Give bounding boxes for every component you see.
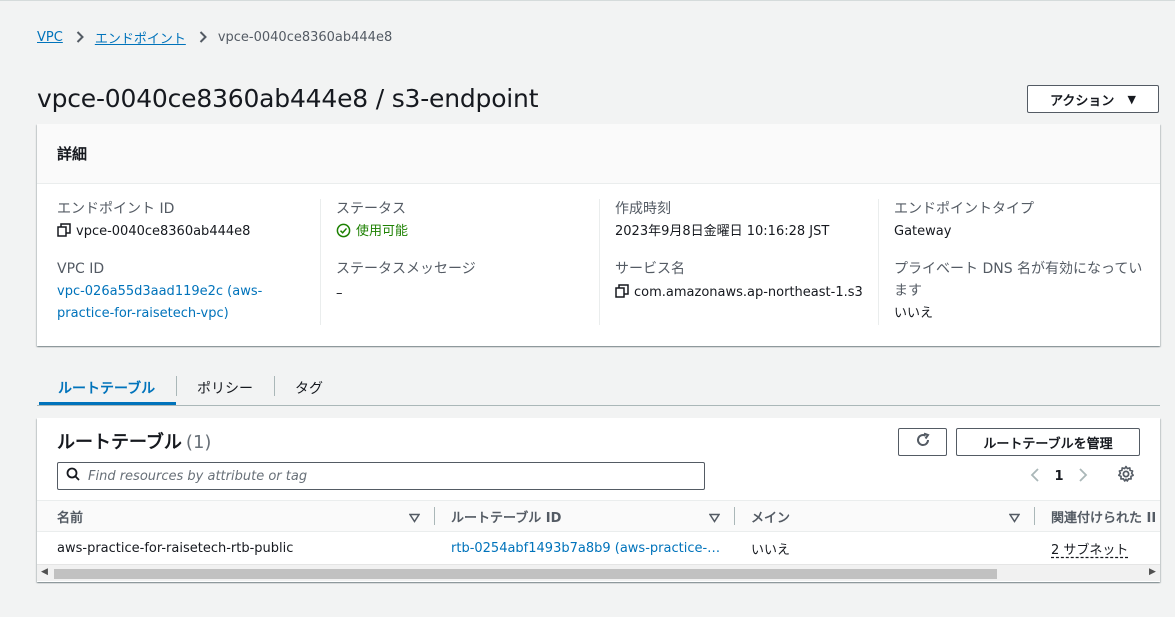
tab-divider <box>274 376 275 396</box>
cell-route-table-id-link[interactable]: rtb-0254abf1493b7a8b9 (aws-practice-… <box>451 532 720 564</box>
status-label: ステータス <box>336 201 406 217</box>
gear-icon[interactable] <box>1117 465 1135 487</box>
breadcrumb: VPC エンドポイント vpce-0040ce8360ab444e8 <box>37 28 393 47</box>
refresh-button[interactable] <box>898 428 947 456</box>
created-value: 2023年9月8日金曜日 10:16:28 JST <box>615 224 830 239</box>
column-divider <box>878 199 879 325</box>
sort-caret-icon[interactable] <box>408 511 421 527</box>
top-border <box>0 0 1175 1</box>
tab-tags[interactable]: タグ <box>295 370 323 405</box>
check-circle-icon <box>336 223 351 245</box>
route-tables-count: (1) <box>185 432 212 453</box>
endpoint-id-label: エンドポイント ID <box>57 201 175 217</box>
details-header: 詳細 <box>37 124 1160 184</box>
service-label: サービス名 <box>615 261 685 277</box>
previous-page-icon[interactable] <box>1023 467 1047 486</box>
chevron-right-icon <box>199 31 207 43</box>
cell-name: aws-practice-for-raisetech-rtb-public <box>57 540 294 556</box>
details-panel: 詳細 エンドポイント ID vpce-0040ce8360ab444e8 VPC… <box>37 124 1160 346</box>
actions-button-label: アクション <box>1050 93 1115 109</box>
cell-main: いいえ <box>751 542 791 558</box>
route-tables-heading: ルートテーブル <box>57 432 182 453</box>
chevron-right-icon <box>76 31 84 43</box>
column-header-name[interactable]: 名前 <box>57 501 83 531</box>
created-label: 作成時刻 <box>615 201 671 217</box>
private-dns-label-line2: ます <box>894 283 922 299</box>
column-divider <box>599 199 600 325</box>
service-value: com.amazonaws.ap-northeast-1.s3 <box>615 282 863 305</box>
scroll-right-icon[interactable]: ▶ <box>1149 567 1156 577</box>
cell-associated-subnets[interactable]: 2 サブネット <box>1051 532 1128 564</box>
scroll-left-icon[interactable]: ◀ <box>41 567 48 577</box>
scrollbar-thumb[interactable] <box>54 569 997 579</box>
endpoint-id-value: vpce-0040ce8360ab444e8 <box>57 221 250 244</box>
service-text: com.amazonaws.ap-northeast-1.s3 <box>634 285 863 300</box>
refresh-icon <box>915 432 931 452</box>
sort-caret-icon[interactable] <box>708 511 721 527</box>
sort-caret-icon[interactable] <box>1008 511 1021 527</box>
copy-icon[interactable] <box>57 223 71 244</box>
endpoint-type-label: エンドポイントタイプ <box>894 201 1034 217</box>
page-title: vpce-0040ce8360ab444e8 / s3-endpoint <box>37 84 539 113</box>
endpoint-id-text: vpce-0040ce8360ab444e8 <box>76 224 251 239</box>
horizontal-scrollbar[interactable]: ◀ ▶ <box>37 564 1160 581</box>
private-dns-label-line1: プライベート DNS 名が有効になってい <box>894 261 1143 277</box>
search-icon <box>66 467 80 485</box>
vpc-id-link-line2[interactable]: practice-for-raisetech-vpc) <box>57 303 229 324</box>
status-message-value: – <box>336 286 343 301</box>
breadcrumb-current: vpce-0040ce8360ab444e8 <box>217 29 393 45</box>
actions-button[interactable]: アクション ▼ <box>1027 85 1159 113</box>
status-value: 使用可能 <box>336 221 408 245</box>
status-text: 使用可能 <box>356 224 409 239</box>
column-header-main[interactable]: メイン <box>751 501 790 531</box>
column-header-associated[interactable]: 関連付けられた II <box>1051 501 1160 531</box>
table-row[interactable]: aws-practice-for-raisetech-rtb-public rt… <box>37 532 1160 564</box>
vpc-id-label: VPC ID <box>57 261 105 277</box>
next-page-icon[interactable] <box>1071 467 1095 486</box>
route-tables-title: ルートテーブル (1) <box>57 428 211 454</box>
tab-route-tables[interactable]: ルートテーブル <box>58 370 155 405</box>
endpoint-type-value: Gateway <box>894 224 952 239</box>
table-header: 名前 ルートテーブル ID メイン 関連付けられた II <box>37 500 1160 532</box>
search-box <box>57 462 705 490</box>
pagination: 1 <box>1023 464 1095 488</box>
details-columns: エンドポイント ID vpce-0040ce8360ab444e8 VPC ID… <box>37 199 1160 325</box>
manage-route-tables-button[interactable]: ルートテーブルを管理 <box>956 428 1140 456</box>
column-divider <box>1034 507 1035 525</box>
column-divider <box>434 507 435 525</box>
vpc-id-link-line1[interactable]: vpc-026a55d3aad119e2c (aws- <box>57 281 262 302</box>
tab-divider <box>176 376 177 396</box>
caret-down-icon: ▼ <box>1127 92 1136 106</box>
active-tab-indicator <box>39 402 176 405</box>
column-divider <box>734 507 735 525</box>
search-input[interactable] <box>86 467 686 485</box>
route-tables-panel: ルートテーブル(1) ルートテーブルを管理 1 名前 ルートテーブル ID <box>37 418 1160 582</box>
copy-icon[interactable] <box>615 284 629 305</box>
tab-policy[interactable]: ポリシー <box>197 370 253 405</box>
private-dns-value: いいえ <box>894 306 934 321</box>
breadcrumb-vpc-link[interactable]: VPC <box>37 30 63 45</box>
tab-bar: ルートテーブル ポリシー タグ <box>37 370 1160 406</box>
status-message-label: ステータスメッセージ <box>336 261 476 277</box>
column-header-route-table-id[interactable]: ルートテーブル ID <box>451 501 561 531</box>
column-divider <box>320 199 321 325</box>
breadcrumb-endpoints-link[interactable]: エンドポイント <box>95 28 186 47</box>
current-page[interactable]: 1 <box>1047 469 1071 484</box>
